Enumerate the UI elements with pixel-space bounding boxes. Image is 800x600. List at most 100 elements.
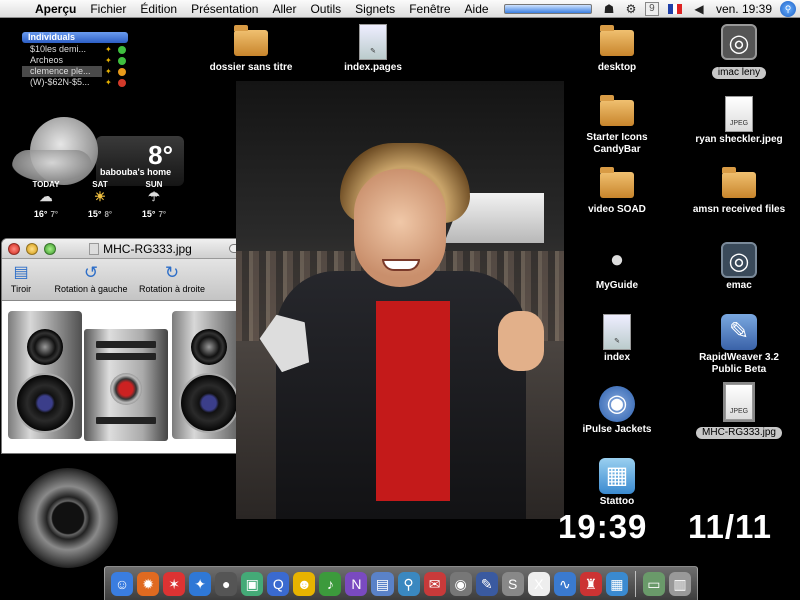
trash-icon[interactable]: ▥	[668, 571, 691, 596]
french-flag-icon[interactable]	[667, 4, 682, 14]
firefox-icon[interactable]: ✹	[137, 571, 160, 596]
ipulse-icon: ◉	[599, 386, 635, 422]
menu-aller[interactable]: Aller	[265, 0, 303, 18]
jpeg-file-icon: JPEG	[725, 96, 753, 132]
buddy-row[interactable]: $10les demi... ✦	[22, 44, 128, 55]
webcam-widget[interactable]	[18, 468, 118, 568]
gear-icon[interactable]: ⚙	[622, 2, 640, 16]
menu-edition[interactable]: Édition	[133, 0, 184, 18]
stattoo-icon: ▦	[599, 458, 635, 494]
menubar-meter[interactable]	[503, 4, 592, 14]
rotate-right-label: Rotation à droite	[138, 284, 206, 294]
weather-widget[interactable]: 8° babouba's home TODAY ☁ 16° 7° SAT ☀ 15…	[8, 112, 184, 227]
preview-icon[interactable]: ▤	[371, 571, 394, 596]
photo-booth-icon[interactable]: ◉	[449, 571, 472, 596]
spotlight-search-icon[interactable]: ⚲	[780, 1, 796, 17]
forecast-high: 16°	[33, 209, 48, 219]
status-dot-icon	[118, 67, 126, 76]
icon-label: index.pages	[344, 62, 402, 73]
desktop-icon-index-pages[interactable]: ✎ index.pages	[318, 22, 428, 74]
icon-label: ryan sheckler.jpeg	[695, 134, 783, 145]
file-badge: JPEG	[729, 120, 749, 127]
document-icon	[89, 243, 100, 255]
desktop-icon-dossier-sans-titre[interactable]: dossier sans titre	[196, 22, 306, 74]
desktop-icon-imac-leny[interactable]: ◎ imac leny	[684, 22, 794, 80]
menubar-clock[interactable]: ven. 19:39	[710, 2, 780, 16]
butterfly-icon: ✦	[105, 56, 112, 65]
menu-outils[interactable]: Outils	[303, 0, 348, 18]
icon-label: index	[603, 352, 631, 363]
butterfly-icon: ✦	[105, 67, 112, 76]
desktop-icon-index[interactable]: ✎ index	[562, 312, 672, 364]
rotate-left-button[interactable]: ↺ Rotation à gauche	[50, 262, 132, 294]
menu-app[interactable]: Aperçu	[28, 0, 83, 18]
dock-separator	[634, 570, 636, 597]
menu-presentation[interactable]: Présentation	[184, 0, 265, 18]
zoom-button[interactable]	[44, 243, 56, 255]
butterfly-icon: ✦	[105, 78, 112, 87]
x11-icon[interactable]: X	[527, 571, 550, 596]
minimize-button[interactable]	[26, 243, 38, 255]
desktop-icon-desktop[interactable]: desktop	[562, 22, 672, 74]
itunes-icon[interactable]: ♪	[319, 571, 342, 596]
menu-fenetre[interactable]: Fenêtre	[402, 0, 457, 18]
adium-icon[interactable]: ☻	[293, 571, 316, 596]
desktop-icon-ipulse-jackets[interactable]: ◉ iPulse Jackets	[562, 384, 672, 436]
folder-icon	[600, 167, 634, 198]
moon-cloud-icon: ☁	[39, 189, 53, 204]
dock: ☺ ✹ ✶ ✦ ● ▣ Q ☻ ♪ N ▤ ⚲ ✉ ◉ ✎ S X ∿ ♜ ▦ ▭ ▥	[104, 566, 698, 600]
rotate-right-button[interactable]: ↻ Rotation à droite	[134, 262, 210, 294]
icon-label: Starter Icons CandyBar	[586, 132, 648, 155]
buddy-name: (W)-$62N-$5...	[30, 77, 90, 87]
forecast-day: TODAY ☁ 16° 7°	[28, 180, 64, 219]
desktop-icon-stattoo[interactable]: ▦ Stattoo	[562, 456, 672, 508]
volume-icon[interactable]: ◀	[690, 2, 708, 16]
forecast-day-label: SAT	[92, 180, 108, 189]
menubar-box-icon[interactable]: 9	[644, 2, 659, 16]
buddy-row[interactable]: clemence ple... ✦	[22, 66, 128, 77]
pages-document-icon: ✎	[603, 314, 631, 350]
iphoto-icon[interactable]: ▣	[241, 571, 264, 596]
sun-cloud-icon: ☀	[94, 189, 106, 204]
menu-aide[interactable]: Aide	[458, 0, 496, 18]
desktop-icon-ryan-sheckler[interactable]: JPEG ryan sheckler.jpeg	[684, 94, 794, 146]
forecast-high: 15°	[141, 209, 156, 219]
ical-icon[interactable]: ✶	[163, 571, 186, 596]
desktop-icon-starter-icons-candybar[interactable]: Starter Icons CandyBar	[562, 92, 672, 156]
pen-icon[interactable]: ✎	[475, 571, 498, 596]
safari-icon[interactable]: ✦	[189, 571, 212, 596]
rotate-left-label: Rotation à gauche	[54, 284, 128, 294]
wave-icon[interactable]: ∿	[553, 571, 576, 596]
menu-fichier[interactable]: Fichier	[83, 0, 133, 18]
camino-icon[interactable]: ●	[215, 571, 238, 596]
icon-label: desktop	[597, 62, 637, 73]
buddy-group-title[interactable]: Individuals	[22, 32, 128, 43]
alien-icon[interactable]: ☗	[600, 2, 618, 16]
buddy-name: clemence ple...	[22, 66, 102, 77]
quicktime-icon[interactable]: Q	[267, 571, 290, 596]
icon-label: MHC-RG333.jpg	[696, 427, 782, 439]
mail-icon[interactable]: ✉	[423, 571, 446, 596]
window-titlebar[interactable]: MHC-RG333.jpg	[2, 239, 249, 259]
skype-icon[interactable]: S	[501, 571, 524, 596]
nvu-icon[interactable]: N	[345, 571, 368, 596]
close-button[interactable]	[8, 243, 20, 255]
desktop-icon-video-soad[interactable]: video SOAD	[562, 164, 672, 216]
desktop-icon-amsn-received-files[interactable]: amsn received files	[684, 164, 794, 216]
forecast-high: 15°	[87, 209, 102, 219]
desktop-icon-myguide[interactable]: ● MyGuide	[562, 240, 672, 292]
desktop-icon-mhc-rg333[interactable]: JPEG MHC-RG333.jpg	[684, 382, 794, 440]
menu-signets[interactable]: Signets	[348, 0, 402, 18]
desktop-icon-emac[interactable]: ◎ emac	[684, 240, 794, 292]
buddy-row[interactable]: (W)-$62N-$5... ✦	[22, 77, 128, 88]
disk-icon: ◎	[721, 24, 757, 60]
network-icon[interactable]: ▭	[642, 571, 665, 596]
stereo-image	[2, 303, 249, 453]
buddy-row[interactable]: Archeos ✦	[22, 55, 128, 66]
desktop-icon-rapidweaver[interactable]: ✎ RapidWeaver 3.2 Public Beta	[684, 312, 794, 376]
search-icon[interactable]: ⚲	[397, 571, 420, 596]
robot-icon[interactable]: ♜	[579, 571, 602, 596]
finder-icon[interactable]: ☺	[111, 571, 134, 596]
screens-icon[interactable]: ▦	[605, 571, 628, 596]
drawer-button[interactable]: ▤ Tiroir	[6, 262, 36, 294]
